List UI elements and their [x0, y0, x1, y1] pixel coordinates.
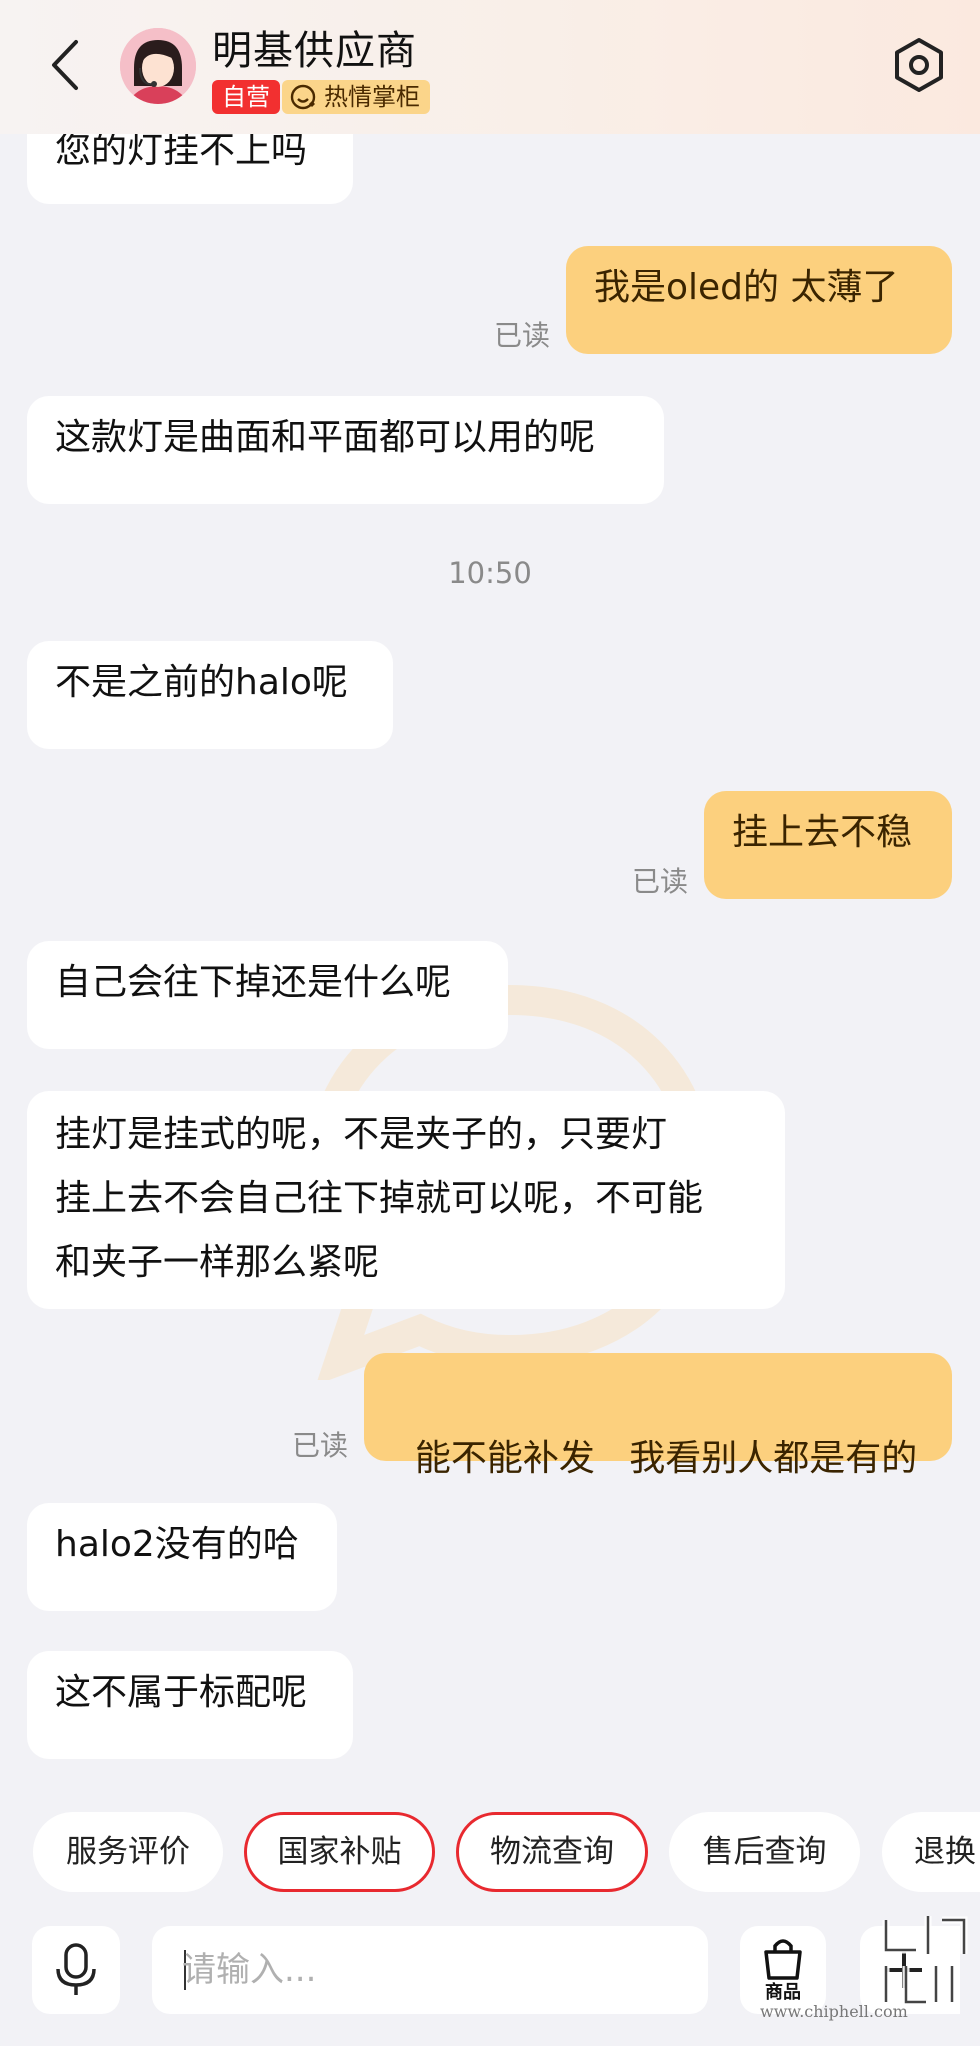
- message-text: 自己会往下掉还是什么呢: [55, 962, 452, 1003]
- shopping-bag-icon: [764, 1939, 802, 1980]
- message-input-box[interactable]: [152, 1926, 816, 2014]
- message-input[interactable]: [182, 1944, 602, 1996]
- goods-button[interactable]: 商品: [740, 1926, 826, 2014]
- message-text: 挂上去不稳: [732, 812, 913, 853]
- chevron-left-icon: [52, 40, 78, 90]
- gear-icon: [895, 38, 943, 92]
- warm-shopkeeper-badge: 热情掌柜: [282, 80, 430, 114]
- message-line: 挂灯是挂式的呢，不是夹子的，只要灯: [55, 1114, 668, 1155]
- chip-after-sales-query[interactable]: 售后查询: [669, 1812, 860, 1892]
- message-text: 这不属于标配呢: [55, 1672, 308, 1713]
- goods-label: 商品: [765, 1982, 801, 2003]
- chip-logistics-query[interactable]: 物流查询: [456, 1812, 648, 1892]
- smile-badge-icon: [290, 84, 316, 110]
- input-bar: 商品: [0, 1906, 980, 2046]
- message-outgoing[interactable]: 挂上去不稳: [704, 791, 952, 899]
- message-text: 我是oled的 太薄了: [594, 267, 899, 308]
- avatar[interactable]: [120, 28, 196, 104]
- chiphell-logo-watermark: [882, 1916, 968, 2006]
- chip-return-exchange[interactable]: 退换: [882, 1812, 980, 1892]
- customer-service-avatar-icon: [120, 28, 196, 104]
- message-line: 挂上去不会自己往下掉就可以呢，不可能: [55, 1178, 704, 1219]
- message-text: 能不能补发 我看别人都是有的: [414, 1438, 918, 1479]
- message-text: 您的灯挂不上吗: [55, 130, 308, 171]
- chat-header: 明基供应商 自营 热情掌柜: [0, 0, 980, 134]
- message-incoming-multiline[interactable]: 挂灯是挂式的呢，不是夹子的，只要灯 挂上去不会自己往下掉就可以呢，不可能 和夹子…: [27, 1091, 785, 1309]
- chip-national-subsidy[interactable]: 国家补贴: [244, 1812, 435, 1892]
- message-incoming[interactable]: 这不属于标配呢: [27, 1651, 353, 1759]
- message-line: 和夹子一样那么紧呢: [55, 1242, 380, 1283]
- message-outgoing[interactable]: 我是oled的 太薄了: [566, 246, 952, 354]
- shop-name: 明基供应商: [212, 28, 417, 74]
- message-text: 这款灯是曲面和平面都可以用的呢: [55, 417, 596, 458]
- site-watermark: www.chiphell.com: [760, 2002, 908, 2021]
- read-status: 已读: [632, 865, 689, 898]
- read-status: 已读: [494, 319, 551, 352]
- self-operated-badge: 自营: [212, 80, 280, 114]
- message-text: halo2没有的哈: [55, 1524, 299, 1565]
- message-incoming[interactable]: 不是之前的halo呢: [27, 641, 393, 749]
- settings-button[interactable]: [890, 36, 948, 94]
- message-incoming[interactable]: 这款灯是曲面和平面都可以用的呢: [27, 396, 664, 504]
- message-incoming[interactable]: 自己会往下掉还是什么呢: [27, 941, 508, 1049]
- message-outgoing[interactable]: 能不能补发 我看别人都是有的: [364, 1353, 952, 1479]
- voice-button[interactable]: [32, 1926, 120, 2014]
- message-incoming[interactable]: halo2没有的哈: [27, 1503, 337, 1611]
- message-timestamp: 10:50: [448, 556, 532, 590]
- message-text: 不是之前的halo呢: [55, 662, 348, 703]
- microphone-icon: [56, 1943, 96, 1995]
- warm-shopkeeper-label: 热情掌柜: [324, 83, 420, 111]
- chip-service-review[interactable]: 服务评价: [33, 1812, 223, 1892]
- back-button[interactable]: [40, 30, 90, 100]
- read-status: 已读: [292, 1429, 349, 1462]
